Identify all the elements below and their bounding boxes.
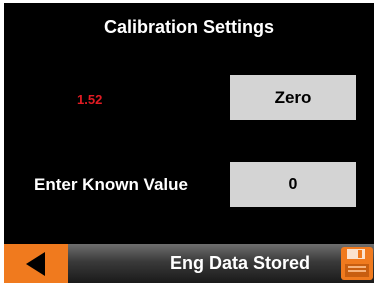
status-text: Eng Data Stored: [169, 253, 311, 273]
known-value-label: Enter Known Value: [34, 175, 188, 194]
calibration-screen: Calibration Settings 1.52 Zero Enter Kno…: [4, 3, 374, 283]
page-title: Calibration Settings: [103, 17, 274, 37]
known-value-field[interactable]: 0: [230, 162, 356, 207]
save-button[interactable]: [341, 247, 373, 280]
known-value-text: 0: [288, 175, 298, 193]
back-button[interactable]: [4, 244, 68, 283]
zero-button[interactable]: Zero: [230, 75, 356, 120]
save-floppy-icon: [341, 247, 373, 280]
status-bar: Eng Data Stored: [4, 244, 374, 283]
current-reading: 1.52: [77, 92, 103, 107]
back-arrow-icon: [26, 251, 45, 276]
